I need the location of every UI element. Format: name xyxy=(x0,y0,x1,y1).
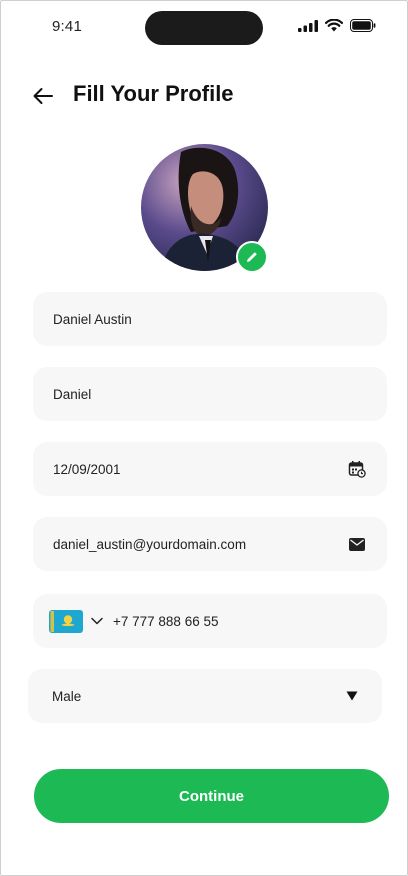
continue-button[interactable]: Continue xyxy=(34,769,389,823)
envelope-icon xyxy=(347,534,367,554)
phone-value: +7 777 888 66 55 xyxy=(113,613,219,629)
full-name-field[interactable]: Daniel Austin xyxy=(33,292,387,346)
nickname-field[interactable]: Daniel xyxy=(33,367,387,421)
full-name-value: Daniel Austin xyxy=(53,311,132,327)
status-time: 9:41 xyxy=(52,18,82,35)
device-frame xyxy=(0,0,408,876)
back-button[interactable] xyxy=(28,82,58,110)
status-bar: 9:41 xyxy=(0,0,408,56)
nickname-value: Daniel xyxy=(53,386,92,402)
status-icons xyxy=(298,19,376,32)
date-of-birth-value: 12/09/2001 xyxy=(53,461,121,477)
signal-icon xyxy=(298,19,318,32)
dynamic-island xyxy=(145,11,263,45)
email-field[interactable]: daniel_austin@yourdomain.com xyxy=(33,517,387,571)
edit-avatar-button[interactable] xyxy=(236,241,268,273)
wifi-icon xyxy=(325,19,343,32)
date-of-birth-field[interactable]: 12/09/2001 xyxy=(33,442,387,496)
header: Fill Your Profile xyxy=(0,78,408,114)
gender-select[interactable]: Male xyxy=(28,669,382,723)
avatar-section xyxy=(141,144,268,273)
pencil-icon xyxy=(247,252,257,262)
arrow-left-icon xyxy=(33,88,53,104)
gender-value: Male xyxy=(52,688,82,704)
triangle-down-icon xyxy=(342,686,362,706)
chevron-down-icon[interactable] xyxy=(91,617,103,625)
kazakhstan-flag-icon[interactable] xyxy=(49,609,83,633)
battery-icon xyxy=(350,19,376,32)
email-value: daniel_austin@yourdomain.com xyxy=(53,536,247,552)
calendar-icon[interactable] xyxy=(347,459,367,479)
phone-field[interactable]: +7 777 888 66 55 xyxy=(33,594,387,648)
page-title: Fill Your Profile xyxy=(73,81,234,106)
